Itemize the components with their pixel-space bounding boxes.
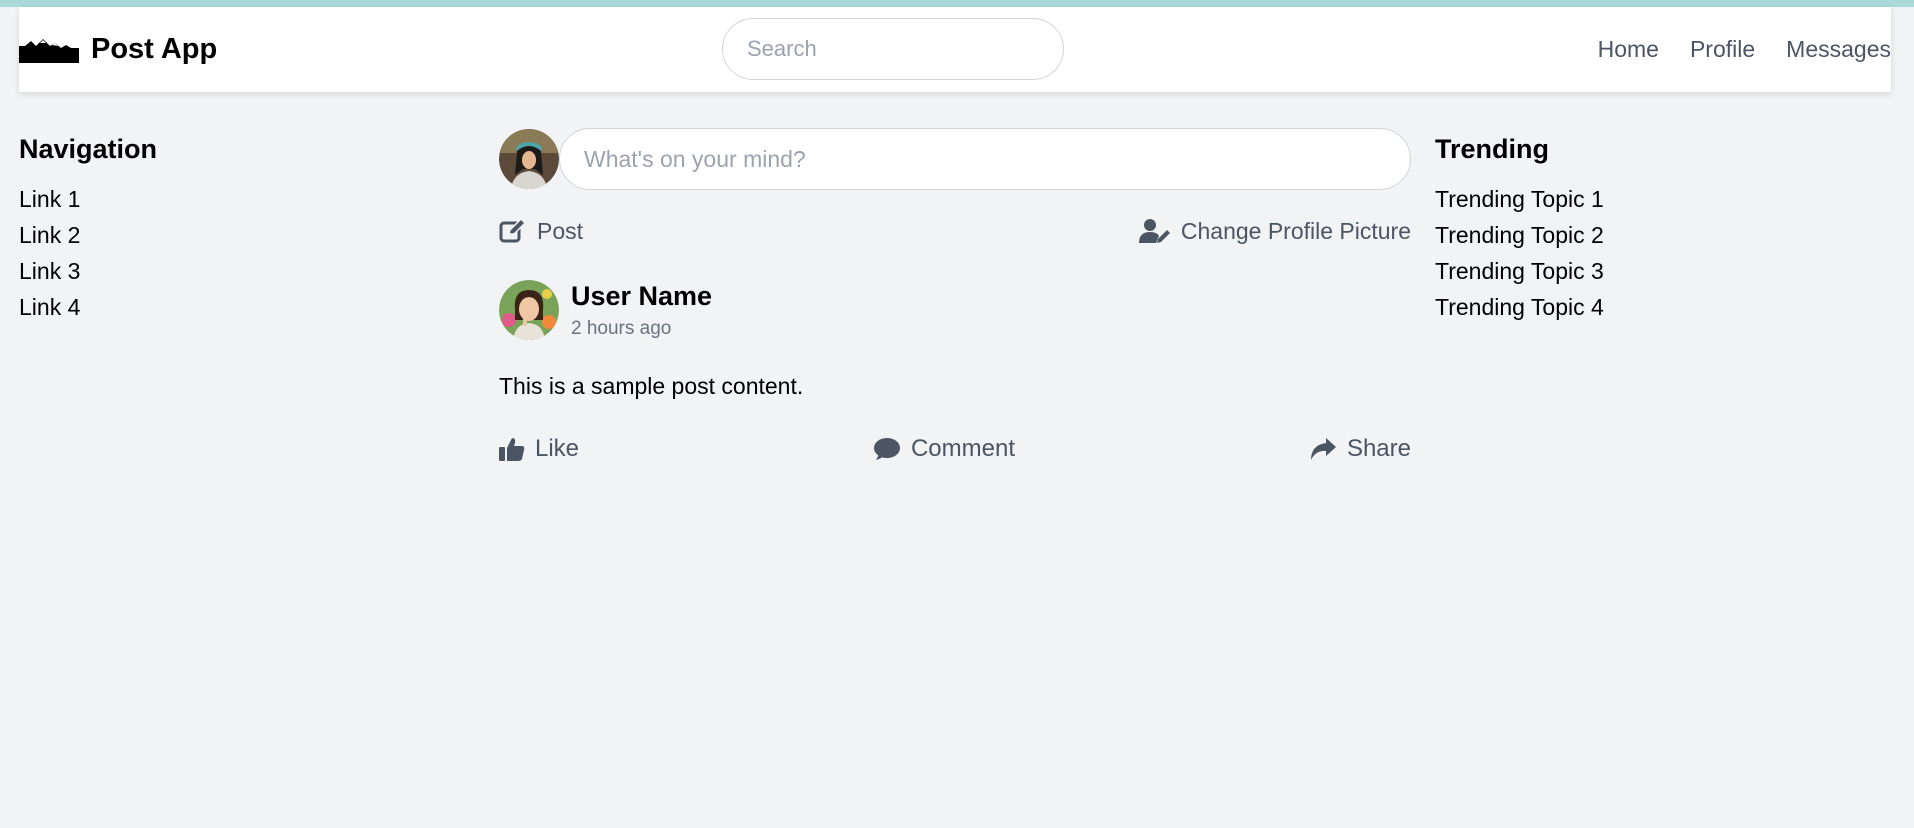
top-nav: Home Profile Messages	[1598, 7, 1891, 92]
share-arrow-icon	[1309, 437, 1337, 461]
post-content: This is a sample post content.	[499, 373, 804, 399]
thumbs-up-icon	[499, 436, 525, 462]
navigation-list: Link 1 Link 2 Link 3 Link 4	[19, 181, 319, 325]
app-title: Post App	[91, 33, 218, 65]
change-profile-picture-label: Change Profile Picture	[1180, 217, 1411, 244]
like-label: Like	[535, 435, 580, 462]
post-author-avatar[interactable]	[499, 280, 559, 340]
nav-link-4[interactable]: Link 4	[19, 289, 319, 325]
top-header: Post App Home Profile Messages	[19, 7, 1891, 92]
nav-home-link[interactable]: Home	[1598, 36, 1659, 63]
navigation-heading: Navigation	[19, 134, 158, 164]
post-button-label: Post	[537, 217, 584, 244]
window-top-strip	[0, 0, 1914, 7]
change-profile-picture-button[interactable]: Change Profile Picture	[1138, 217, 1411, 245]
current-user-avatar[interactable]	[499, 129, 559, 189]
nav-profile-link[interactable]: Profile	[1690, 36, 1755, 63]
post-meta: User Name 2 hours ago	[571, 280, 712, 340]
mountain-logo-icon	[19, 37, 79, 63]
share-button[interactable]: Share	[1309, 435, 1411, 463]
search-input[interactable]	[722, 18, 1064, 80]
nav-link-1[interactable]: Link 1	[19, 181, 319, 217]
post-author-name[interactable]: User Name	[571, 280, 712, 312]
nav-link-2[interactable]: Link 2	[19, 217, 319, 253]
share-label: Share	[1346, 435, 1411, 462]
main-feed: Post Change Profile Picture	[499, 128, 1411, 467]
trending-heading: Trending	[1435, 134, 1549, 164]
trending-list: Trending Topic 1 Trending Topic 2 Trendi…	[1435, 181, 1755, 325]
comment-button[interactable]: Comment	[873, 435, 1015, 463]
trending-topic-1[interactable]: Trending Topic 1	[1435, 181, 1755, 217]
pen-to-square-icon	[499, 218, 527, 244]
like-button[interactable]: Like	[499, 435, 579, 463]
trending-topic-2[interactable]: Trending Topic 2	[1435, 217, 1755, 253]
post-header: User Name 2 hours ago	[499, 279, 1411, 341]
user-pen-icon	[1138, 218, 1171, 244]
comment-label: Comment	[910, 435, 1015, 462]
trending-topic-3[interactable]: Trending Topic 3	[1435, 253, 1755, 289]
post-card: User Name 2 hours ago This is a sample p…	[499, 279, 1411, 467]
right-sidebar: Trending Trending Topic 1 Trending Topic…	[1435, 132, 1755, 325]
composer-actions: Post Change Profile Picture	[499, 213, 1411, 249]
brand[interactable]: Post App	[19, 7, 217, 92]
post-button[interactable]: Post	[499, 218, 583, 245]
nav-link-3[interactable]: Link 3	[19, 253, 319, 289]
post-timestamp: 2 hours ago	[571, 318, 672, 339]
post-actions: Like Comment Share	[499, 431, 1411, 467]
trending-topic-4[interactable]: Trending Topic 4	[1435, 289, 1755, 325]
left-sidebar: Navigation Link 1 Link 2 Link 3 Link 4	[19, 132, 319, 325]
comment-bubble-icon	[873, 437, 901, 461]
whats-on-your-mind-input[interactable]	[559, 128, 1411, 190]
post-composer	[499, 128, 1411, 190]
nav-messages-link[interactable]: Messages	[1786, 36, 1891, 63]
